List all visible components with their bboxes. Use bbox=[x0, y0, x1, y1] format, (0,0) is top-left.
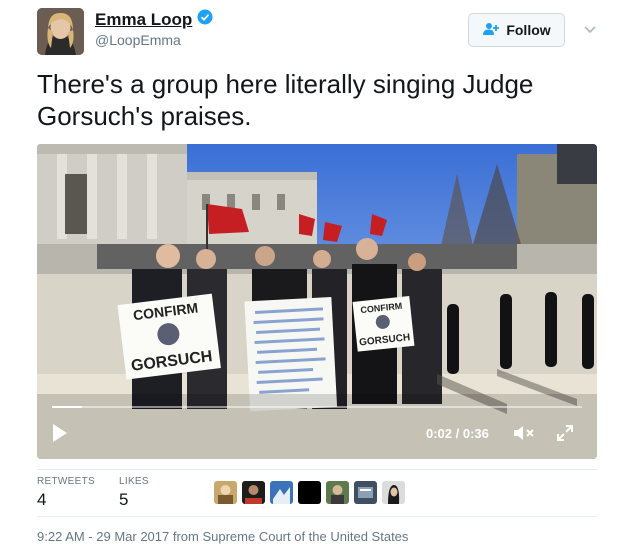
play-icon[interactable] bbox=[51, 422, 69, 449]
confirm-sign-left: CONFIRM GORSUCH bbox=[117, 293, 221, 380]
confirm-sign-right: CONFIRM GORSUCH bbox=[352, 296, 415, 352]
retweets-label: RETWEETS bbox=[37, 476, 95, 487]
author-name[interactable]: Emma Loop bbox=[95, 9, 213, 30]
liker-avatar[interactable] bbox=[354, 481, 377, 504]
fullscreen-icon[interactable] bbox=[555, 423, 575, 448]
author-name-text[interactable]: Emma Loop bbox=[95, 10, 192, 30]
video-progress-fill bbox=[52, 406, 82, 408]
liker-avatar[interactable] bbox=[298, 481, 321, 504]
video-progress-bar[interactable] bbox=[52, 406, 582, 408]
follow-button-label: Follow bbox=[506, 22, 551, 38]
author-avatar[interactable] bbox=[37, 8, 84, 55]
video-frame: CONFIRM GORSUCH CONFIRM GORSUCH bbox=[37, 144, 597, 459]
liker-avatar[interactable] bbox=[214, 481, 237, 504]
author-handle[interactable]: @LoopEmma bbox=[95, 32, 181, 48]
likes-stat[interactable]: LIKES 5 bbox=[119, 476, 149, 510]
verified-badge-icon bbox=[197, 9, 213, 30]
divider bbox=[37, 516, 597, 517]
liker-avatar[interactable] bbox=[270, 481, 293, 504]
follow-button[interactable]: Follow bbox=[468, 13, 565, 47]
add-user-icon bbox=[482, 22, 500, 39]
likes-count: 5 bbox=[119, 490, 129, 509]
liker-avatar[interactable] bbox=[326, 481, 349, 504]
retweets-count: 4 bbox=[37, 490, 47, 509]
chevron-down-icon[interactable] bbox=[583, 22, 597, 40]
liker-avatar[interactable] bbox=[242, 481, 265, 504]
retweets-stat[interactable]: RETWEETS 4 bbox=[37, 476, 95, 510]
mute-icon[interactable] bbox=[512, 423, 536, 448]
tweet-text: There's a group here literally singing J… bbox=[37, 69, 534, 131]
liker-avatar[interactable] bbox=[382, 481, 405, 504]
video-player[interactable]: CONFIRM GORSUCH CONFIRM GORSUCH 0:02 / 0… bbox=[37, 144, 597, 459]
likes-label: LIKES bbox=[119, 476, 149, 487]
liker-avatars bbox=[214, 481, 405, 504]
divider bbox=[37, 469, 597, 470]
video-time: 0:02 / 0:36 bbox=[426, 426, 489, 441]
